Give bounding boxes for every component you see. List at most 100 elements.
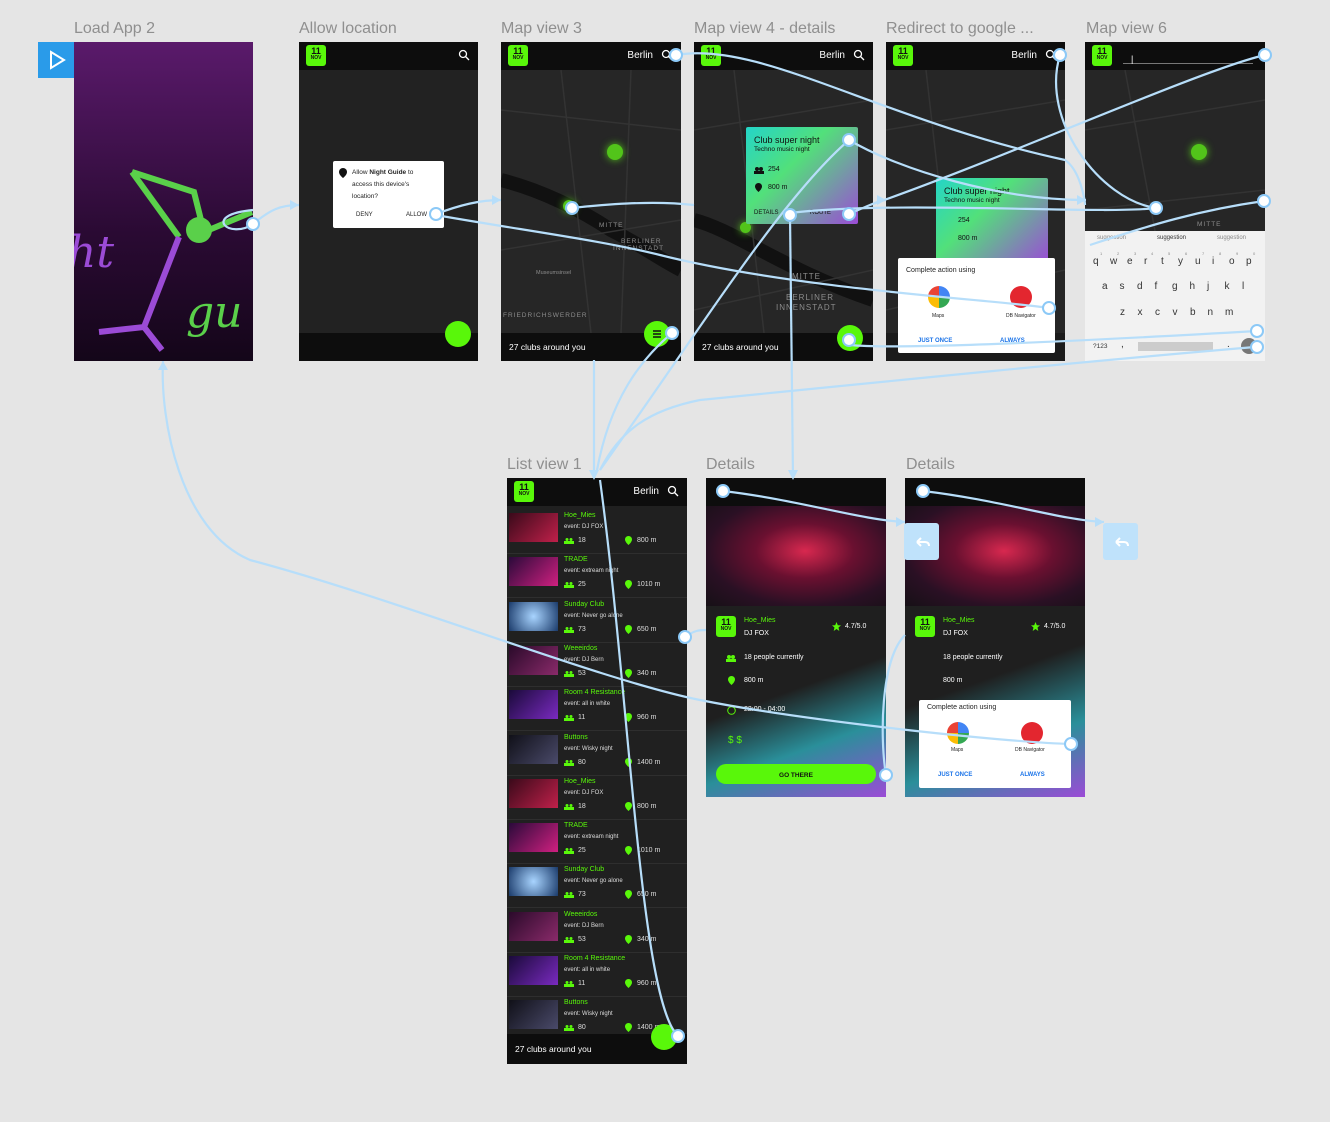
people-count: 11 [578,980,586,987]
key[interactable]: u [1195,256,1201,267]
club-event: event: DJ FOX [564,789,604,796]
location-pin-icon [625,536,632,545]
keyboard[interactable]: suggestion suggestion suggestion qwer t y u… [1085,231,1265,361]
list-fab[interactable] [445,321,471,347]
map-area[interactable]: MITTE BERLINER INNENSTADT FRIEDRICHSWERD… [501,70,681,333]
details-button[interactable]: DETAILS [754,210,779,216]
list-fab[interactable] [837,325,863,351]
db-navigator-icon[interactable] [1021,722,1043,744]
frame-load-app[interactable]: ht gu [74,42,253,361]
db-navigator-icon[interactable] [1010,286,1032,308]
suggestion[interactable]: suggestion [1217,235,1246,241]
play-button[interactable] [38,42,74,78]
club-name: Sunday Club [564,600,605,608]
key[interactable]: m [1225,307,1233,318]
route-button[interactable]: ROUTE [810,210,831,216]
enter-key[interactable] [1241,338,1257,354]
google-maps-icon[interactable] [947,722,969,744]
allow-button[interactable]: ALLOW [406,212,427,218]
key[interactable]: f [1155,281,1158,292]
key[interactable]: o [1229,256,1235,267]
people-icon [564,981,574,987]
key[interactable]: w [1110,256,1117,267]
frame-title-redirect: Redirect to google ... [886,20,1034,37]
key[interactable]: r [1144,256,1147,267]
play-icon [50,50,66,70]
key[interactable]: s [1120,281,1125,292]
club-row[interactable]: Weeeirdos event: DJ Bern 53 340 m [507,642,687,687]
always-button[interactable]: ALWAYS [1020,772,1045,778]
search-input[interactable]: | [1123,49,1253,64]
club-row[interactable]: Room 4 Resistance event: all in white 11 96… [507,686,687,732]
club-row[interactable]: Hoe_Mies event: DJ FOX 18 800 m [507,509,687,554]
always-button[interactable]: ALWAYS [1000,338,1025,344]
key[interactable]: p [1246,256,1252,267]
key[interactable]: d [1137,281,1143,292]
symbols-key[interactable]: ?123 [1093,343,1107,350]
key[interactable]: x [1138,307,1143,318]
map-area[interactable]: MITTE [1085,70,1265,231]
map-fab[interactable] [651,1024,677,1050]
google-maps-icon[interactable] [928,286,950,308]
key[interactable]: l [1242,281,1244,292]
just-once-button[interactable]: JUST ONCE [938,772,972,778]
key[interactable]: t [1161,256,1164,267]
key[interactable]: g [1172,281,1178,292]
club-row[interactable]: Hoe_Mies event: DJ FOX 18 800 m [507,775,687,820]
key[interactable]: j [1207,281,1209,292]
user-location-marker [563,200,575,212]
back-button[interactable] [904,523,939,560]
people-icon [564,1025,574,1032]
key[interactable]: e [1127,256,1133,267]
go-there-button[interactable]: GO THERE [716,764,876,784]
people-count: 73 [578,891,586,899]
key[interactable]: c [1155,307,1160,318]
people-count: 53 [578,669,586,677]
search-icon[interactable] [458,49,470,61]
club-row[interactable]: TRADE event: extream night 25 1010 m [507,553,687,599]
back-arrow-icon [916,537,930,547]
club-row[interactable]: Buttons event: Wisky night 80 1400 m [507,731,687,776]
suggestion[interactable]: suggestion [1097,235,1126,241]
club-row[interactable]: Sunday Club event: Never go alone 73 650 m [507,598,687,643]
period-key[interactable]: . [1227,339,1230,350]
club-row[interactable]: TRADE event: extream night 25 1010 m [507,819,687,865]
search-icon[interactable] [661,49,673,61]
key[interactable]: k [1225,281,1230,292]
date-badge[interactable]: 11 NOV [508,45,528,66]
search-icon[interactable] [1045,49,1057,61]
just-once-button[interactable]: JUST ONCE [918,338,952,344]
back-button[interactable] [1103,523,1138,560]
space-key[interactable] [1138,342,1213,351]
date-badge[interactable]: 11 NOV [306,45,326,66]
key[interactable]: h [1190,281,1196,292]
date-badge[interactable]: 11 NOV [1092,45,1112,66]
key[interactable]: b [1190,307,1196,318]
list-fab[interactable] [644,321,670,347]
club-preview-card[interactable]: Club super night Techno music night 254 … [746,127,858,224]
club-marker[interactable] [607,144,623,160]
key[interactable]: i [1212,256,1214,267]
date-badge[interactable]: 11 NOV [893,45,913,66]
app-chooser-sheet: Complete action using Maps DB Navigator … [919,700,1071,788]
date-badge[interactable]: 11 NOV [701,45,721,66]
people-icon [564,626,574,633]
club-row[interactable]: Sunday Club event: Never go alone 73 650 m [507,863,687,909]
key[interactable]: v [1173,307,1178,318]
clock-icon [727,706,736,715]
search-icon[interactable] [667,485,679,497]
people-count: 25 [578,581,586,589]
key[interactable]: n [1208,307,1214,318]
key[interactable]: z [1120,307,1125,318]
club-row[interactable]: Room 4 Resistance event: all in white 11 96… [507,952,687,997]
deny-button[interactable]: DENY [356,212,373,218]
search-icon[interactable] [853,49,865,61]
club-row[interactable]: Weeeirdos event: DJ Bern 53 340 m [507,908,687,953]
suggestion[interactable]: suggestion [1157,235,1186,241]
date-badge[interactable]: 11 NOV [514,481,534,502]
key[interactable]: y [1178,256,1183,267]
club-marker[interactable] [1191,144,1207,160]
key[interactable]: a [1102,281,1108,292]
comma-key[interactable]: , [1121,339,1124,350]
key[interactable]: q [1093,256,1099,267]
